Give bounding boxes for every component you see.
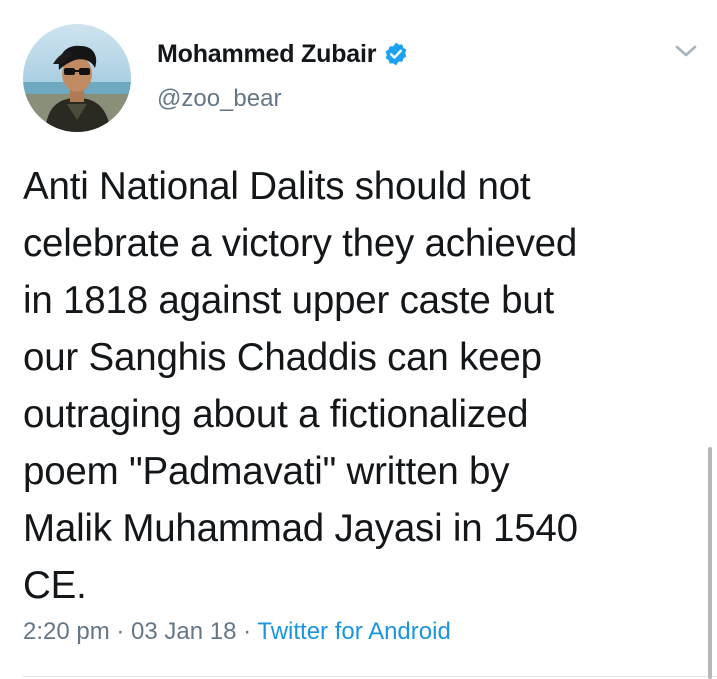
user-handle[interactable]: @zoo_bear [157,85,281,113]
display-name[interactable]: Mohammed Zubair [157,40,376,69]
scrollbar[interactable] [708,447,712,679]
avatar-photo [23,24,131,132]
tweet-date[interactable]: 03 Jan 18 [131,618,236,645]
meta-separator: · [109,618,132,645]
avatar[interactable] [23,24,131,132]
tweet-text: Anti National Dalits should not celebrat… [23,165,578,607]
meta-separator: · [236,618,258,645]
divider [23,676,717,677]
verified-badge-icon [383,41,409,67]
tweet-card[interactable]: Mohammed Zubair @zoo_bear Anti National … [0,0,717,679]
name-row[interactable]: Mohammed Zubair [157,36,409,72]
tweet-source-link[interactable]: Twitter for Android [257,618,450,645]
tweet-time[interactable]: 2:20 pm [23,618,110,645]
tweet-meta: 2:20 pm · 03 Jan 18 · Twitter for Androi… [23,618,451,646]
chevron-down-icon[interactable] [674,42,698,60]
